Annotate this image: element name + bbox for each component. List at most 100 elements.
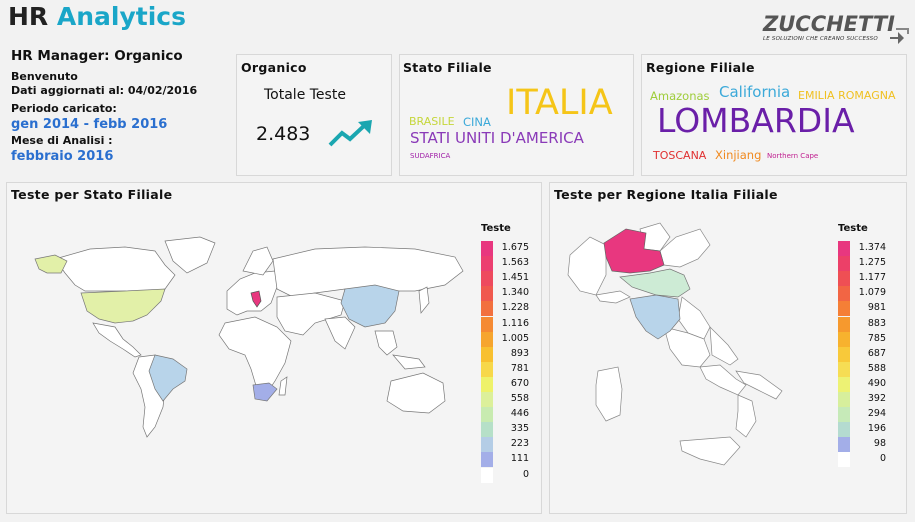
italy-legend-row: 392 xyxy=(838,392,886,407)
world-legend-label: 335 xyxy=(510,423,529,435)
world-legend-row: 1.116 xyxy=(481,316,529,332)
south-africa-region[interactable] xyxy=(252,382,278,402)
italy-legend-label: 294 xyxy=(867,408,886,420)
world-legend-row: 558 xyxy=(481,392,529,407)
italy-map-legend: Teste 1.374 1.275 1.177 1.079 981 883 785 687 58… xyxy=(838,223,886,483)
italy-legend-swatch xyxy=(838,422,850,438)
period-label: Periodo caricato: xyxy=(11,102,117,115)
world-legend-swatch xyxy=(481,241,493,256)
italy-legend-swatch xyxy=(838,407,850,423)
italy-legend-swatch xyxy=(838,301,850,317)
world-legend-row: 446 xyxy=(481,407,529,423)
logo-name: ZUCCHETTI xyxy=(763,12,895,36)
logo-tagline: LE SOLUZIONI CHE CREANO SUCCESSO xyxy=(763,36,878,42)
italy-legend-row: 883 xyxy=(838,316,886,332)
month-label: Mese di Analisi : xyxy=(11,134,113,147)
italy-legend-label: 1.177 xyxy=(858,272,886,284)
word-usa[interactable]: STATI UNITI D'AMERICA xyxy=(410,129,584,147)
info-panel: HR Manager: Organico Benvenuto Dati aggi… xyxy=(11,48,231,166)
italy-legend-label: 785 xyxy=(867,332,886,344)
world-legend-swatch xyxy=(481,361,493,377)
italy-legend-label: 981 xyxy=(867,302,886,314)
word-lombardia[interactable]: LOMBARDIA xyxy=(657,101,855,140)
world-legend-swatch xyxy=(481,422,493,438)
italy-legend-label: 883 xyxy=(867,317,886,329)
world-legend-label: 0 xyxy=(522,468,529,480)
word-northern-cape[interactable]: Northern Cape xyxy=(767,152,818,160)
word-sudafrica[interactable]: SUDAFRICA xyxy=(410,152,450,160)
italy-legend-swatch xyxy=(838,346,850,362)
world-map[interactable] xyxy=(15,231,467,441)
italy-legend-label: 588 xyxy=(867,362,886,374)
manager-title: HR Manager: Organico xyxy=(11,48,183,64)
welcome-text: Benvenuto xyxy=(11,70,78,83)
italy-legend-swatch xyxy=(838,392,850,407)
logo-arrows-icon xyxy=(890,28,909,44)
italy-legend-swatch xyxy=(838,376,850,392)
italy-map-card[interactable]: Teste per Regione Italia Filiale Teste 1… xyxy=(549,182,907,514)
world-legend-swatch xyxy=(481,256,493,272)
italy-legend-row: 1.177 xyxy=(838,271,886,287)
world-legend-swatch xyxy=(481,271,493,287)
italy-legend-label: 196 xyxy=(867,423,886,435)
stato-filiale-card[interactable]: Stato Filiale ITALIA BRASILE CINA STATI … xyxy=(399,54,634,176)
world-legend-title: Teste xyxy=(481,223,511,234)
world-legend-label: 111 xyxy=(510,453,529,465)
world-legend-row: 335 xyxy=(481,422,529,438)
app-title: HR Analytics xyxy=(8,2,186,31)
world-legend-row: 670 xyxy=(481,376,529,392)
trend-up-icon xyxy=(328,120,372,147)
world-legend-swatch xyxy=(481,346,493,362)
italy-legend-row: 785 xyxy=(838,331,886,347)
world-legend-swatch xyxy=(481,316,493,332)
world-legend-row: 1.340 xyxy=(481,286,529,302)
italy-legend-swatch xyxy=(838,256,850,272)
italy-legend-label: 1.374 xyxy=(858,242,886,253)
italy-legend-row: 490 xyxy=(838,376,886,392)
italy-legend-title: Teste xyxy=(838,223,868,234)
italy-legend-row: 588 xyxy=(838,361,886,377)
italy-legend-swatch xyxy=(838,271,850,287)
world-legend-label: 558 xyxy=(510,393,529,404)
usa-region[interactable] xyxy=(80,288,166,324)
italy-legend-row: 1.275 xyxy=(838,256,886,272)
word-brasile[interactable]: BRASILE xyxy=(409,115,455,128)
italy-map[interactable] xyxy=(560,215,790,477)
word-california[interactable]: California xyxy=(719,83,790,101)
world-legend-label: 446 xyxy=(510,408,529,420)
world-legend-row: 1.005 xyxy=(481,331,529,347)
organico-card[interactable]: Organico Totale Teste 2.483 xyxy=(236,54,392,176)
period-value: gen 2014 - febb 2016 xyxy=(11,117,168,132)
app-title-analytics: Analytics xyxy=(56,2,187,31)
italy-legend-row: 687 xyxy=(838,346,886,362)
italy-legend-swatch xyxy=(838,316,850,332)
world-map-title: Teste per Stato Filiale xyxy=(11,187,173,202)
italy-legend-swatch xyxy=(838,331,850,347)
italy-legend-label: 392 xyxy=(867,393,886,404)
italy-legend-row: 1.374 xyxy=(838,241,886,256)
world-legend-swatch xyxy=(481,407,493,423)
word-xinjiang[interactable]: Xinjiang xyxy=(715,148,761,162)
italy-legend-label: 0 xyxy=(879,453,886,465)
world-map-card[interactable]: Teste per Stato Filiale Teste 1.675 1.56… xyxy=(6,182,542,514)
world-legend-row: 1.675 xyxy=(481,241,529,256)
world-legend-label: 223 xyxy=(510,438,529,450)
world-map-legend: Teste 1.675 1.563 1.451 1.340 1.228 1.116 1.00… xyxy=(481,223,529,483)
italy-legend-swatch xyxy=(838,241,850,256)
world-legend-label: 1.116 xyxy=(501,317,529,329)
italy-legend-label: 687 xyxy=(867,347,886,359)
world-legend-label: 893 xyxy=(510,347,529,359)
world-legend-label: 781 xyxy=(510,362,529,374)
word-italia[interactable]: ITALIA xyxy=(506,83,613,123)
italy-legend-swatch xyxy=(838,452,850,468)
regione-filiale-card[interactable]: Regione Filiale Amazonas California EMIL… xyxy=(641,54,907,176)
world-legend-label: 670 xyxy=(510,377,529,389)
world-legend-swatch xyxy=(481,286,493,302)
china-region[interactable] xyxy=(340,284,400,328)
italy-legend-row: 981 xyxy=(838,301,886,317)
italy-legend-label: 1.079 xyxy=(858,287,886,299)
word-toscana[interactable]: TOSCANA xyxy=(653,149,706,162)
italy-legend-row: 0 xyxy=(838,452,886,468)
word-cina[interactable]: CINA xyxy=(463,115,491,129)
month-value: febbraio 2016 xyxy=(11,149,114,164)
